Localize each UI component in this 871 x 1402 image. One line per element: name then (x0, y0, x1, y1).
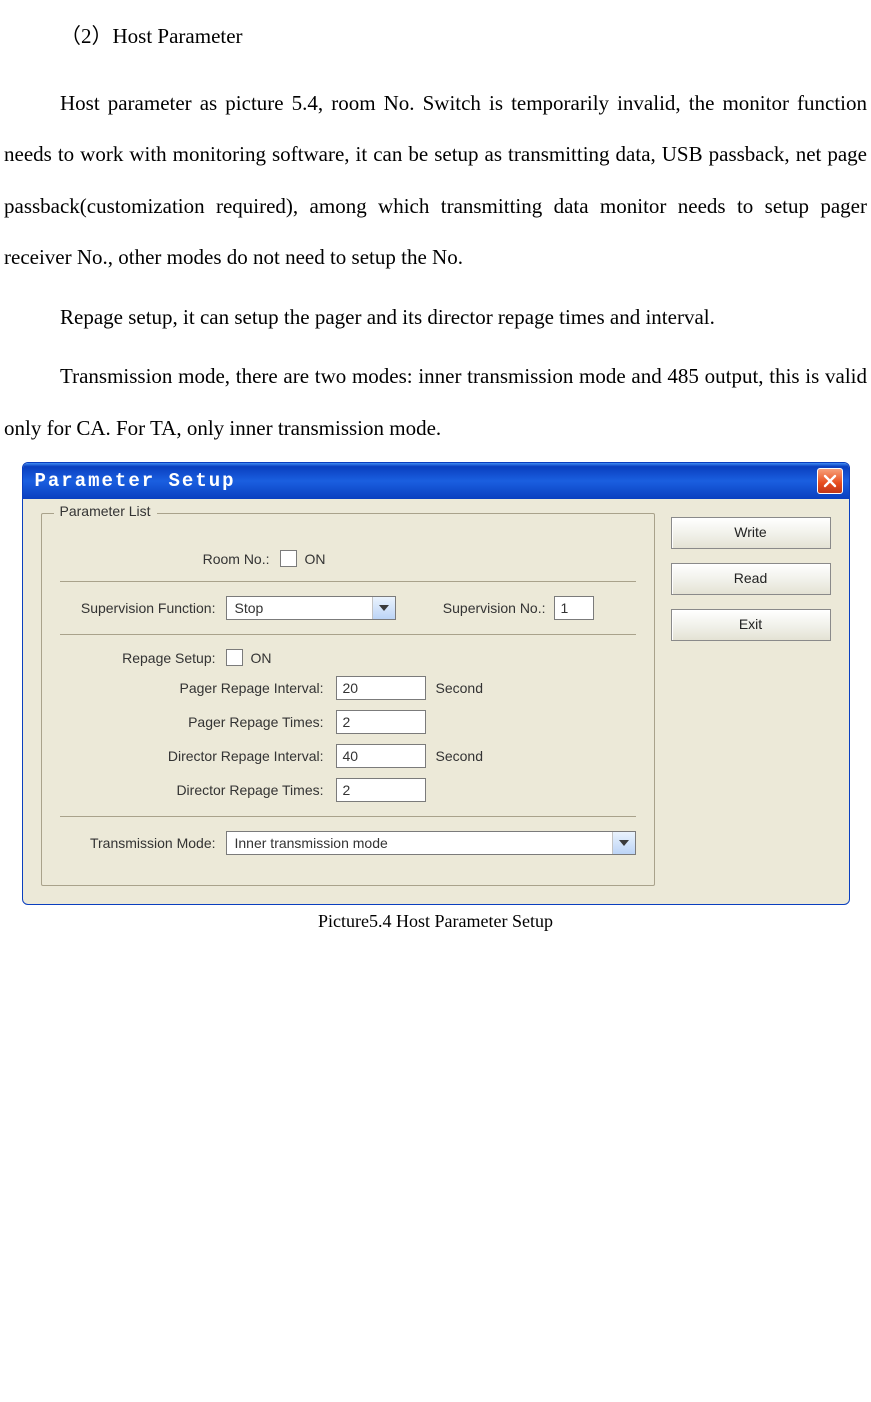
director-times-input[interactable]: 2 (336, 778, 426, 802)
director-interval-label: Director Repage Interval: (60, 748, 336, 764)
figure-caption: Picture5.4 Host Parameter Setup (22, 911, 850, 932)
pager-interval-input[interactable]: 20 (336, 676, 426, 700)
pager-times-label: Pager Repage Times: (60, 714, 336, 730)
director-times-label: Director Repage Times: (60, 782, 336, 798)
section-heading: （2）Host Parameter (60, 20, 867, 50)
fieldset-legend: Parameter List (54, 503, 157, 519)
director-times-row: Director Repage Times: 2 (60, 778, 636, 802)
chevron-down-icon (372, 597, 395, 619)
repage-setup-row: Repage Setup: ON (60, 649, 636, 666)
supervision-function-select[interactable]: Stop (226, 596, 396, 620)
director-interval-unit: Second (436, 748, 483, 764)
parameter-setup-dialog: Parameter Setup Parameter List Room No.:… (22, 462, 850, 905)
chevron-down-icon (612, 832, 635, 854)
supervision-no-input[interactable]: 1 (554, 596, 594, 620)
supervision-no-label: Supervision No.: (396, 600, 554, 616)
supervision-function-value: Stop (227, 600, 372, 616)
room-no-on-text: ON (305, 551, 326, 567)
repage-setup-on-text: ON (251, 650, 272, 666)
director-interval-input[interactable]: 40 (336, 744, 426, 768)
transmission-mode-value: Inner transmission mode (227, 835, 612, 851)
room-no-row: Room No.: ON (60, 550, 636, 567)
pager-interval-label: Pager Repage Interval: (60, 680, 336, 696)
separator-3 (60, 816, 636, 817)
supervision-row: Supervision Function: Stop Supervision N… (60, 596, 636, 620)
read-button[interactable]: Read (671, 563, 831, 595)
dialog-title: Parameter Setup (35, 470, 236, 492)
dialog-titlebar: Parameter Setup (23, 463, 849, 499)
pager-interval-unit: Second (436, 680, 483, 696)
director-interval-row: Director Repage Interval: 40 Second (60, 744, 636, 768)
close-button[interactable] (817, 468, 843, 494)
director-times-value: 2 (343, 782, 351, 798)
paragraph-1: Host parameter as picture 5.4, room No. … (4, 78, 867, 284)
repage-setup-label: Repage Setup: (60, 650, 226, 666)
parameter-list-fieldset: Parameter List Room No.: ON Supervision … (41, 513, 655, 886)
supervision-no-value: 1 (561, 600, 569, 616)
transmission-mode-select[interactable]: Inner transmission mode (226, 831, 636, 855)
exit-button[interactable]: Exit (671, 609, 831, 641)
transmission-mode-row: Transmission Mode: Inner transmission mo… (60, 831, 636, 855)
room-no-checkbox[interactable] (280, 550, 297, 567)
separator-1 (60, 581, 636, 582)
separator-2 (60, 634, 636, 635)
pager-times-value: 2 (343, 714, 351, 730)
director-interval-value: 40 (343, 748, 359, 764)
paragraph-3: Transmission mode, there are two modes: … (4, 351, 867, 454)
pager-times-input[interactable]: 2 (336, 710, 426, 734)
pager-interval-value: 20 (343, 680, 359, 696)
write-button[interactable]: Write (671, 517, 831, 549)
button-column: Write Read Exit (671, 513, 831, 886)
close-icon (823, 474, 837, 488)
room-no-label: Room No.: (60, 551, 280, 567)
supervision-function-label: Supervision Function: (60, 600, 226, 616)
pager-interval-row: Pager Repage Interval: 20 Second (60, 676, 636, 700)
repage-setup-checkbox[interactable] (226, 649, 243, 666)
pager-times-row: Pager Repage Times: 2 (60, 710, 636, 734)
transmission-mode-label: Transmission Mode: (60, 835, 226, 851)
paragraph-2: Repage setup, it can setup the pager and… (4, 292, 867, 343)
